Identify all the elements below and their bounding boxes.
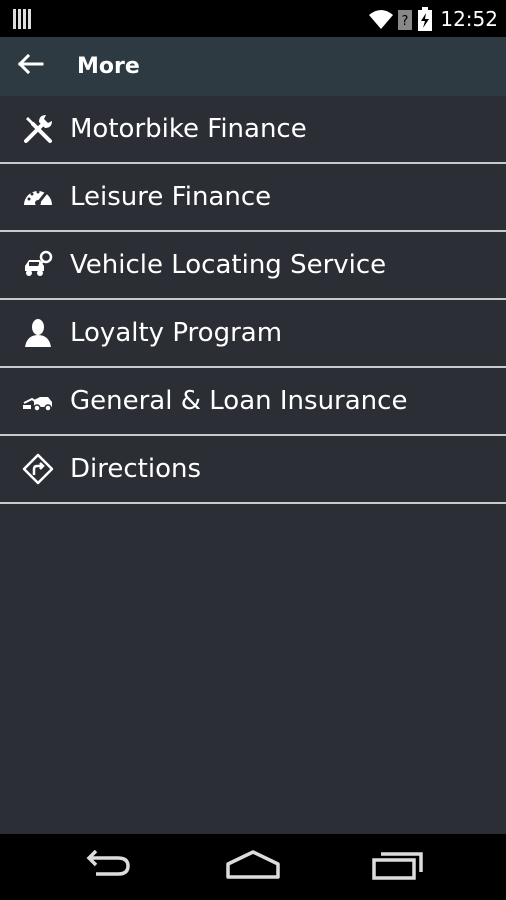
unknown-sim-icon: ? [398,8,413,30]
status-time: 12:52 [440,7,498,31]
back-nav-icon [82,849,134,884]
nav-back-button[interactable] [78,847,138,887]
menu-item-label: Leisure Finance [70,182,272,212]
home-nav-icon [225,850,281,884]
menu-item-label: General & Loan Insurance [70,386,408,416]
menu-item-label: Directions [70,454,202,484]
menu-item-motorbike-finance[interactable]: Motorbike Finance [0,96,506,164]
nav-home-button[interactable] [223,847,283,887]
car-search-icon [22,249,54,281]
menu-item-loyalty-program[interactable]: Loyalty Program [0,300,506,368]
wifi-icon [368,8,394,30]
menu-item-label: Loyalty Program [70,318,283,348]
status-bar: ? 12:52 [0,0,506,37]
recents-nav-icon [371,850,425,884]
battery-charging-icon [418,7,433,31]
menu-item-label: Vehicle Locating Service [70,250,387,280]
page-title: More [77,54,140,79]
menu-item-general-loan-insurance[interactable]: General & Loan Insurance [0,368,506,436]
tools-icon [22,113,54,145]
action-bar: More [0,37,506,96]
directions-sign-icon [22,453,54,485]
menu-item-leisure-finance[interactable]: Leisure Finance [0,164,506,232]
menu-item-label: Motorbike Finance [70,114,307,144]
nav-recents-button[interactable] [368,847,428,887]
person-icon [22,317,54,349]
system-nav-bar [0,834,506,900]
speedometer-icon [22,181,54,213]
menu-item-vehicle-locating-service[interactable]: Vehicle Locating Service [0,232,506,300]
svg-text:?: ? [402,14,409,29]
menu-list: Motorbike Finance Leisure Finance Vehicl… [0,96,506,504]
tow-truck-icon [22,385,54,417]
menu-item-directions[interactable]: Directions [0,436,506,504]
back-arrow-icon [16,53,44,79]
back-button[interactable] [8,46,52,86]
signal-bars-icon [13,9,33,29]
